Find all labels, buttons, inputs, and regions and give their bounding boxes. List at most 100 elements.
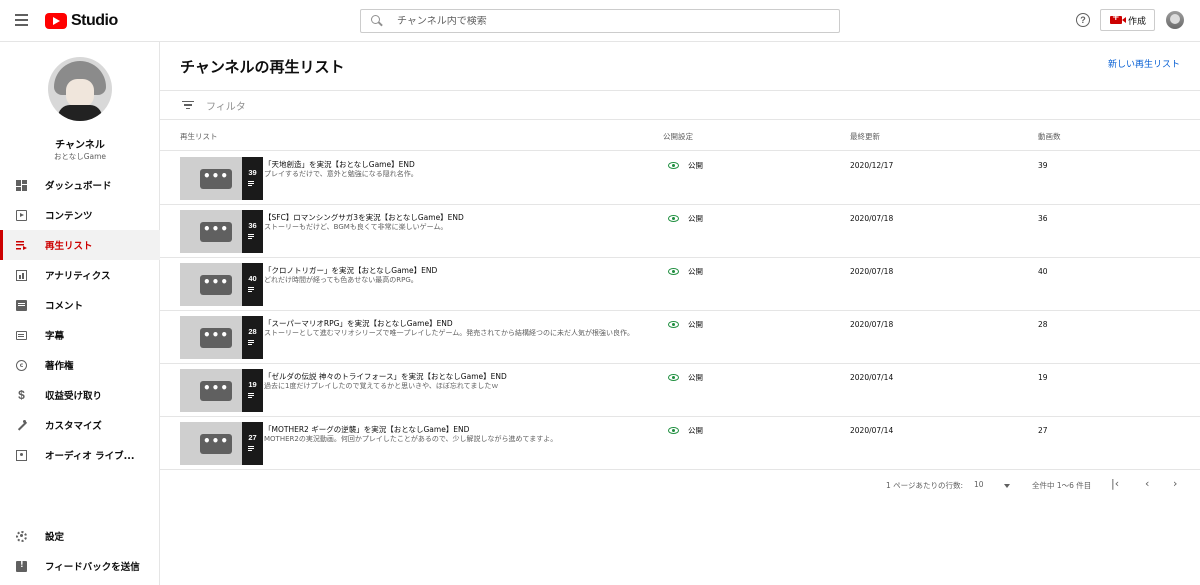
help-icon[interactable]: ?	[1076, 13, 1090, 27]
sidebar-item-subtitles[interactable]: 字幕	[0, 320, 160, 350]
studio-logo[interactable]: Studio	[45, 12, 118, 30]
filter-bar[interactable]: フィルタ	[160, 90, 1200, 120]
sidebar-item-content[interactable]: コンテンツ	[0, 200, 160, 230]
sidebar-item-label: 設定	[45, 532, 65, 543]
rows-per-page-label: 1 ページあたりの行数:	[886, 481, 964, 490]
table-row[interactable]: ••• 19 「ゼルダの伝説 神々のトライフォース」を実況【おとなしGame】EN…	[160, 364, 1200, 417]
gear-icon	[16, 530, 27, 542]
table-row[interactable]: ••• 39 「天地創造」を実況【おとなしGame】END プレイするだけで、意外…	[160, 152, 1200, 205]
sidebar-item-label: 収益受け取り	[45, 391, 103, 402]
account-avatar[interactable]	[1166, 11, 1184, 29]
page-range: 全件中 1～6 件目	[1032, 481, 1092, 490]
video-count: 19	[1038, 373, 1048, 382]
channel-subname: おとなしGame	[53, 152, 107, 161]
table-header: 再生リスト 公開設定 最終更新 動画数	[160, 121, 1200, 151]
search-box[interactable]	[360, 9, 840, 33]
table-row[interactable]: ••• 28 「スーパーマリオRPG」を実況【おとなしGame】END ストーリー…	[160, 311, 1200, 364]
menu-icon[interactable]	[15, 14, 28, 26]
visibility-status: 公開	[668, 372, 703, 383]
magic-wand-icon	[16, 419, 27, 431]
column-header-count[interactable]: 動画数	[1038, 131, 1061, 142]
search-icon	[371, 15, 383, 27]
last-updated: 2020/07/18	[850, 214, 894, 223]
rows-per-page-select[interactable]: 10	[974, 480, 984, 489]
playlist-description: 過去に1度だけプレイしたので覚えてるかと思いきや、ほぼ忘れてましたｗ	[264, 382, 499, 390]
last-updated: 2020/07/18	[850, 267, 894, 276]
sidebar-item-label: コンテンツ	[45, 211, 93, 222]
filter-icon[interactable]	[182, 100, 194, 110]
sidebar-item-comments[interactable]: コメント	[0, 290, 160, 320]
playlist-thumbnail[interactable]: ••• 27	[180, 422, 263, 465]
chevron-down-icon[interactable]	[1004, 484, 1010, 488]
prev-page-icon[interactable]: ‹	[1145, 477, 1149, 490]
sidebar-item-label: ダッシュボード	[45, 181, 112, 192]
sidebar-item-copyright[interactable]: c 著作権	[0, 350, 160, 380]
create-button[interactable]: 作成	[1100, 9, 1155, 31]
table-row[interactable]: ••• 27 「MOTHER2 ギーグの逆襲」を実況【おとなしGame】END M…	[160, 417, 1200, 470]
playlist-description: プレイするだけで、意外と勉強になる隠れ名作。	[264, 170, 418, 178]
playlist-thumbnail[interactable]: ••• 36	[180, 210, 263, 253]
sidebar-item-label: アナリティクス	[45, 271, 111, 282]
analytics-icon	[16, 269, 27, 281]
sidebar-item-analytics[interactable]: アナリティクス	[0, 260, 160, 290]
content-icon	[16, 209, 27, 221]
playlist-thumbnail[interactable]: ••• 19	[180, 369, 263, 412]
sidebar-item-label: オーディオ ライブ...	[45, 451, 135, 462]
logo-text: Studio	[71, 12, 118, 29]
new-playlist-link[interactable]: 新しい再生リスト	[1108, 57, 1180, 70]
top-bar: Studio ? 作成	[0, 0, 1200, 42]
next-page-icon[interactable]: ›	[1173, 477, 1177, 490]
playlist-icon	[248, 234, 256, 240]
visibility-status: 公開	[668, 213, 703, 224]
create-label: 作成	[1128, 16, 1147, 27]
sidebar-item-playlists[interactable]: 再生リスト	[0, 230, 160, 260]
column-header-updated[interactable]: 最終更新	[850, 131, 880, 142]
playlist-icon	[248, 446, 256, 452]
last-updated: 2020/07/14	[850, 426, 894, 435]
eye-icon	[668, 162, 679, 169]
video-count: 27	[1038, 426, 1048, 435]
playlist-description: ストーリーとして進むマリオシリーズで唯一プレイしたゲーム。発売されてから結構経つ…	[264, 329, 635, 337]
eye-icon	[668, 268, 679, 275]
main-content: チャンネルの再生リスト 新しい再生リスト フィルタ 再生リスト 公開設定 最終更…	[160, 42, 1200, 585]
sidebar-item-dashboard[interactable]: ダッシュボード	[0, 170, 160, 200]
playlist-description: ストーリーもだけど、BGMも良くて非常に楽しいゲーム。	[264, 223, 448, 231]
sidebar-item-feedback[interactable]: フィードバックを送信	[0, 551, 160, 581]
eye-icon	[668, 215, 679, 222]
video-count: 36	[1038, 214, 1048, 223]
video-camera-icon	[1110, 13, 1126, 24]
eye-icon	[668, 374, 679, 381]
sidebar-item-label: 字幕	[45, 331, 65, 342]
channel-name: チャンネル	[55, 140, 105, 151]
playlist-icon	[248, 181, 256, 187]
playlist-icon	[16, 239, 27, 251]
sidebar-item-label: 著作権	[45, 361, 74, 372]
sidebar-item-audio-library[interactable]: オーディオ ライブ...	[0, 440, 160, 470]
playlist-thumbnail[interactable]: ••• 39	[180, 157, 263, 200]
playlist-icon	[248, 340, 256, 346]
channel-avatar[interactable]	[48, 57, 112, 121]
dollar-icon: $	[18, 387, 25, 402]
video-count: 40	[1038, 267, 1048, 276]
sidebar-item-customize[interactable]: カスタマイズ	[0, 410, 160, 440]
playlist-icon	[248, 287, 256, 293]
table-row[interactable]: ••• 36 【SFC】ロマンシングサガ3を実況【おとなしGame】END ストー…	[160, 205, 1200, 258]
sidebar-item-settings[interactable]: 設定	[0, 521, 160, 551]
copyright-icon: c	[16, 359, 27, 371]
playlist-thumbnail[interactable]: ••• 40	[180, 263, 263, 306]
visibility-status: 公開	[668, 160, 703, 171]
pagination: 1 ページあたりの行数: 10 全件中 1～6 件目 |‹ ‹ ›	[160, 475, 1200, 495]
filter-input[interactable]: フィルタ	[206, 98, 246, 113]
search-input[interactable]	[397, 15, 797, 27]
column-header-visibility[interactable]: 公開設定	[663, 131, 693, 142]
feedback-icon	[16, 560, 27, 572]
column-header-playlist[interactable]: 再生リスト	[180, 131, 218, 142]
table-row[interactable]: ••• 40 「クロノトリガー」を実況【おとなしGame】END どれだけ時間が経…	[160, 258, 1200, 311]
sidebar-item-label: カスタマイズ	[45, 421, 102, 432]
last-updated: 2020/07/14	[850, 373, 894, 382]
video-count: 39	[1038, 161, 1048, 170]
sidebar-item-monetization[interactable]: $ 収益受け取り	[0, 380, 160, 410]
first-page-icon[interactable]: |‹	[1111, 477, 1119, 490]
playlist-thumbnail[interactable]: ••• 28	[180, 316, 263, 359]
page-title: チャンネルの再生リスト	[180, 58, 345, 76]
